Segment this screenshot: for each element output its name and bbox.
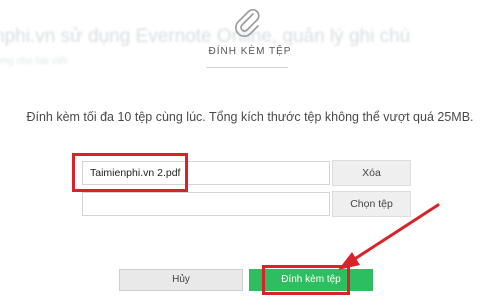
modal-title: ĐÍNH KÈM TỆP [208, 46, 292, 57]
remove-file-button[interactable]: Xóa [332, 160, 411, 186]
cancel-button[interactable]: Hủy [119, 269, 243, 291]
paperclip-icon [235, 9, 260, 37]
title-divider [206, 67, 288, 68]
choose-file-button[interactable]: Chọn tệp [332, 191, 411, 217]
empty-file-field[interactable] [82, 192, 330, 216]
background-note-subtitle: ưng cho bài viết [0, 56, 68, 67]
file-highlight-box [72, 153, 188, 192]
background-note-title: nphi.vn sử dụng Evernote Online, quản lý… [0, 26, 411, 47]
attach-description: Đính kèm tối đa 10 tệp cùng lúc. Tổng kí… [26, 110, 474, 124]
attach-highlight-box [262, 265, 350, 295]
